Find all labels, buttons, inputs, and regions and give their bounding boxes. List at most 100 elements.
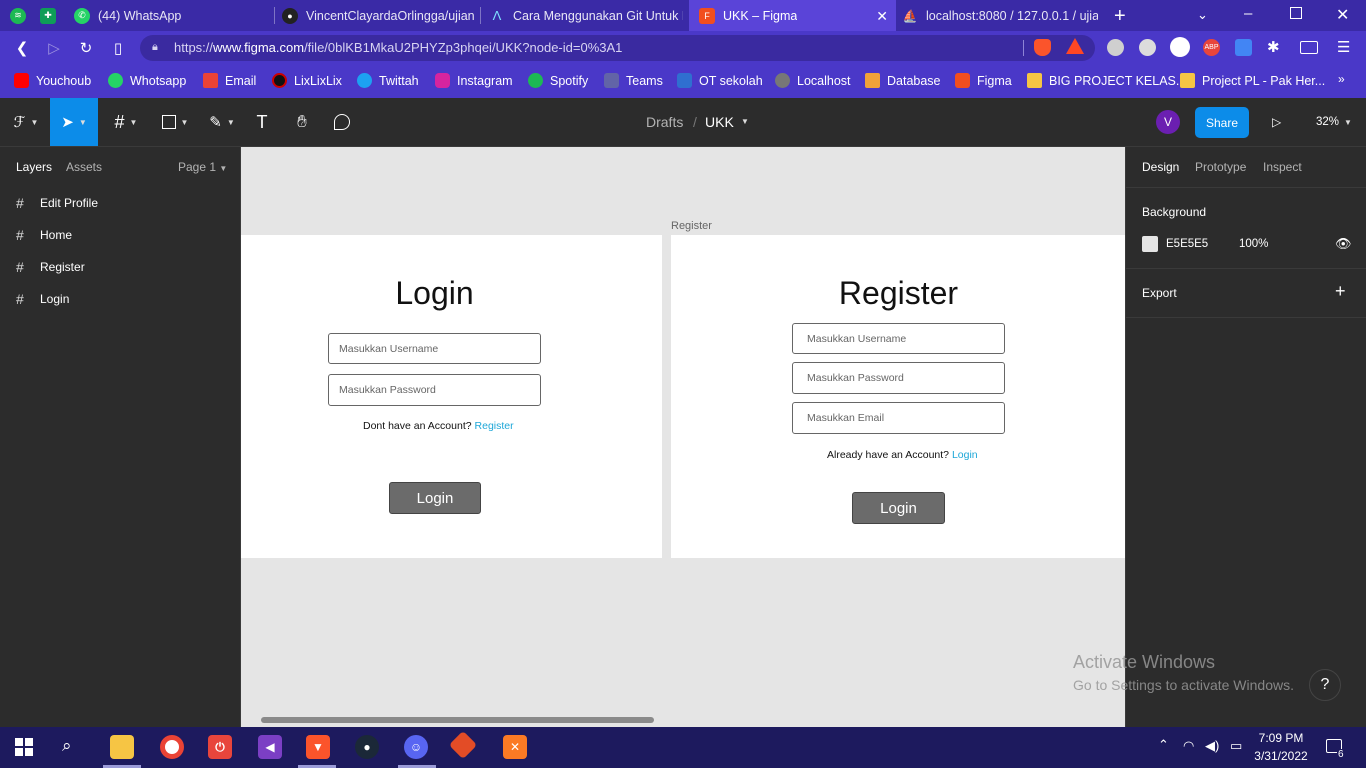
tab-inspect[interactable]: Inspect [1263, 160, 1302, 174]
register-password-field[interactable]: Masukkan Password [792, 362, 1005, 394]
tab-sheets[interactable]: ✚ [40, 0, 62, 31]
bookmark-item[interactable]: Figma [955, 72, 1012, 89]
reload-icon[interactable]: ↻ [76, 38, 96, 58]
wifi-icon[interactable]: ◠ [1183, 738, 1194, 754]
tab-whatsapp[interactable]: ✆ (44) WhatsApp [74, 0, 270, 31]
extension-globe-icon[interactable] [1170, 37, 1190, 57]
power-app-icon[interactable]: ⏻ [208, 735, 232, 759]
visual-studio-icon[interactable]: ◀ [258, 735, 282, 759]
text-tool-button[interactable]: T [250, 98, 274, 146]
bookmark-item[interactable]: OT sekolah [677, 72, 763, 89]
register-username-field[interactable]: Masukkan Username [792, 323, 1005, 354]
bookmark-item[interactable]: Twittah [357, 72, 419, 89]
adblock-icon[interactable]: ABP [1203, 39, 1220, 56]
file-explorer-icon[interactable] [110, 735, 134, 759]
bookmark-item[interactable]: Email [203, 72, 256, 89]
login-button[interactable]: Login [389, 482, 481, 514]
comment-tool-button[interactable] [330, 98, 354, 146]
background-opacity[interactable]: 100% [1239, 238, 1268, 250]
move-tool-button[interactable]: ➤ ▼ [50, 98, 98, 146]
share-button[interactable]: Share [1195, 107, 1249, 138]
extension-chat-icon[interactable] [1139, 39, 1156, 56]
help-button[interactable]: ? [1309, 669, 1341, 701]
avatar[interactable]: V [1156, 110, 1180, 134]
register-link[interactable]: Register [475, 420, 514, 432]
frame-label[interactable]: Register [671, 220, 712, 232]
bookmark-item[interactable]: Project PL - Pak Her... [1180, 72, 1325, 89]
design-canvas[interactable]: Login Masukkan Username Masukkan Passwor… [241, 147, 1125, 727]
background-color-swatch[interactable] [1142, 236, 1158, 252]
page-selector[interactable]: Page 1 ▼ [178, 160, 227, 174]
close-icon[interactable]: ✕ [876, 8, 888, 25]
pen-tool-button[interactable]: ✎ ▼ [202, 98, 242, 146]
eye-icon[interactable]: 👁︎ [1335, 236, 1352, 252]
menu-icon[interactable]: ☰ [1337, 38, 1350, 56]
bookmark-item[interactable]: BIG PROJECT KELAS... [1027, 72, 1186, 89]
register-submit-button[interactable]: Login [852, 492, 945, 524]
tab-search-chevron-icon[interactable]: ⌄ [1197, 7, 1208, 23]
breadcrumb-drafts[interactable]: Drafts [646, 114, 683, 130]
login-link[interactable]: Login [952, 449, 978, 461]
tab-layers[interactable]: Layers [16, 160, 52, 174]
extensions-puzzle-icon[interactable]: ✱ [1267, 38, 1280, 56]
bookmark-item[interactable]: Database [865, 72, 941, 89]
tab-phpmyadmin[interactable]: ⛵ localhost:8080 / 127.0.0.1 / ujian [902, 0, 1098, 31]
layer-register[interactable]: # Register [16, 258, 85, 276]
bookmark-item[interactable]: Instagram [435, 72, 513, 89]
windows-start-icon[interactable] [15, 738, 33, 756]
tab-assets[interactable]: Assets [66, 160, 102, 174]
brave-rewards-icon[interactable] [1066, 38, 1084, 54]
chevron-down-icon[interactable]: ▼ [741, 117, 749, 126]
bookmark-item[interactable]: Localhost [775, 72, 851, 89]
bookmark-item[interactable]: Youchoub [14, 72, 91, 89]
xampp-icon[interactable]: ✕ [503, 735, 527, 759]
file-name[interactable]: UKK [705, 114, 734, 130]
chevron-down-icon[interactable]: ▼ [1344, 118, 1352, 127]
hand-tool-button[interactable]: ✋︎ [290, 98, 314, 146]
layer-home[interactable]: # Home [16, 226, 72, 244]
bookmark-item[interactable]: Whotsapp [108, 72, 186, 89]
minimize-icon[interactable]: – [1244, 5, 1252, 22]
tab-spotify[interactable]: ≋ [10, 0, 30, 31]
clock-date[interactable]: 3/31/2022 [1253, 749, 1309, 763]
bookmark-item[interactable]: Teams [604, 72, 663, 89]
login-password-field[interactable]: Masukkan Password [328, 374, 541, 406]
tab-github[interactable]: ● VincentClayardaOrlingga/ujian- [282, 0, 474, 31]
frame-tool-button[interactable]: # ▼ [106, 98, 146, 146]
zoom-level[interactable]: 32% [1316, 116, 1339, 128]
tab-figma[interactable]: F UKK – Figma ✕ [689, 0, 896, 31]
close-window-icon[interactable]: ✕ [1336, 5, 1349, 25]
register-email-field[interactable]: Masukkan Email [792, 402, 1005, 434]
shape-tool-button[interactable]: ▼ [155, 98, 195, 146]
layer-edit-profile[interactable]: # Edit Profile [16, 194, 98, 212]
bookmark-item[interactable]: LixLixLix [272, 72, 342, 89]
battery-icon[interactable]: ▭ [1230, 738, 1242, 754]
chevron-up-icon[interactable]: ⌃ [1158, 737, 1169, 753]
url-text[interactable]: https://www.figma.com/file/0blKB1MkaU2PH… [174, 40, 622, 55]
more-bookmarks-icon[interactable]: » [1338, 72, 1345, 86]
login-username-field[interactable]: Masukkan Username [328, 333, 541, 364]
chrome-icon[interactable] [160, 735, 184, 759]
background-hex[interactable]: E5E5E5 [1166, 238, 1208, 250]
brave-shield-icon[interactable] [1034, 39, 1051, 56]
brave-icon[interactable]: ▼ [306, 735, 330, 759]
present-play-icon[interactable]: ▷ [1272, 115, 1281, 129]
tab-article[interactable]: Λ Cara Menggunakan Git Untuk Pu [489, 0, 683, 31]
add-export-icon[interactable]: + [1335, 281, 1346, 302]
steam-icon[interactable]: ● [355, 735, 379, 759]
wallet-icon[interactable] [1300, 41, 1318, 54]
search-icon[interactable]: ⌕ [62, 736, 72, 756]
restore-icon[interactable] [1290, 7, 1302, 19]
clock-time[interactable]: 7:09 PM [1253, 731, 1309, 745]
discord-icon[interactable]: ☺ [404, 735, 428, 759]
bookmark-item[interactable]: Spotify [528, 72, 588, 89]
bookmark-icon[interactable]: ▯ [108, 38, 128, 58]
horizontal-scrollbar[interactable] [261, 717, 654, 723]
tab-prototype[interactable]: Prototype [1195, 160, 1246, 174]
tab-design[interactable]: Design [1142, 160, 1179, 174]
layer-login[interactable]: # Login [16, 290, 69, 308]
forward-icon[interactable]: ▷ [44, 38, 64, 58]
figma-menu-button[interactable]: ℱ ▼ [8, 98, 44, 146]
translate-icon[interactable] [1235, 39, 1252, 56]
extension-spy-icon[interactable] [1107, 39, 1124, 56]
